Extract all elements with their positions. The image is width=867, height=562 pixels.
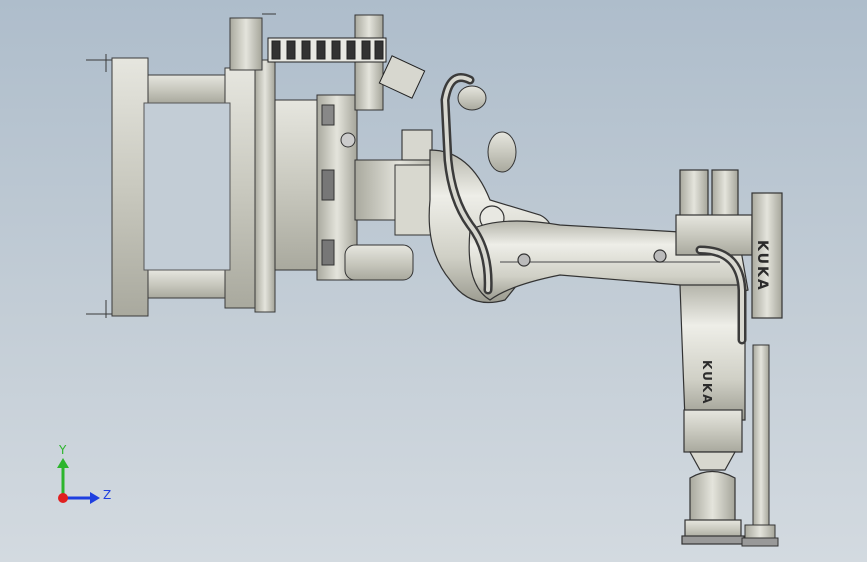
robot-model-drawing[interactable]: KUKA KUKA Y Z xyxy=(0,0,867,562)
gripper-frame xyxy=(86,13,276,318)
y-axis-label: Y xyxy=(58,443,67,457)
cad-viewport[interactable]: KUKA KUKA Y Z xyxy=(0,0,867,562)
coordinate-triad: Y Z xyxy=(57,443,111,504)
z-axis-label: Z xyxy=(103,488,111,502)
kuka-label-forearm: KUKA xyxy=(700,360,714,405)
z-arrow-head xyxy=(90,492,100,504)
y-arrow-head xyxy=(57,458,69,468)
valve-block xyxy=(378,55,433,161)
counterbalance-rod xyxy=(741,344,779,547)
cable-chain xyxy=(267,37,387,63)
x-axis-origin xyxy=(58,493,68,503)
hose-coupler xyxy=(457,85,517,173)
kuka-label-upper-arm: KUKA xyxy=(754,240,770,292)
